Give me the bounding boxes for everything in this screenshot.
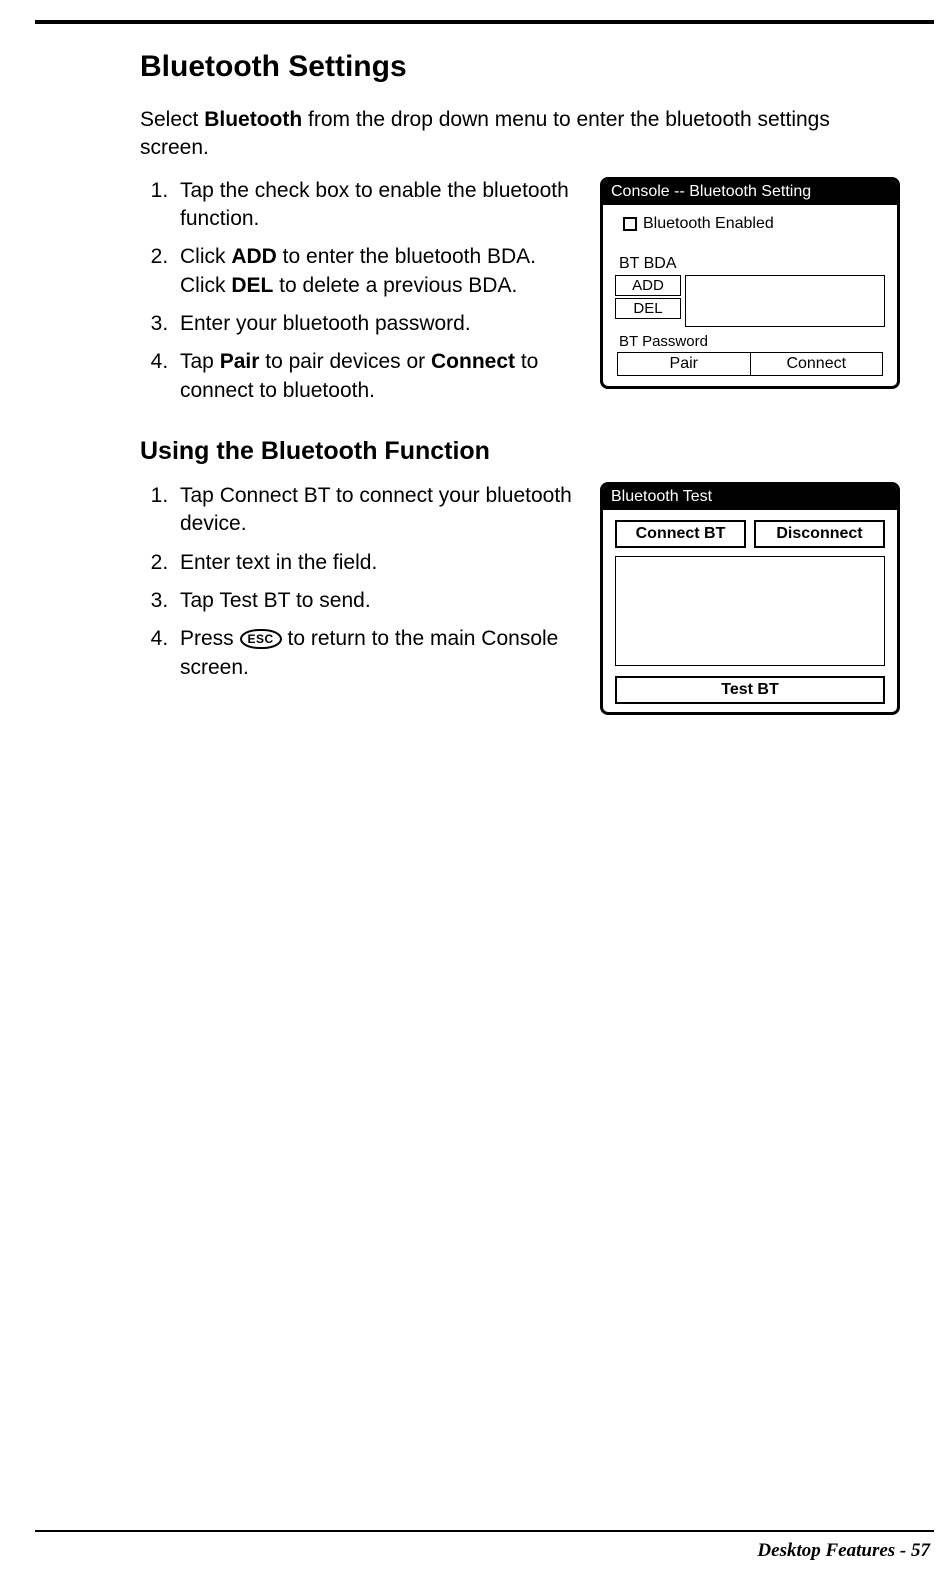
bt-enabled-checkbox[interactable] [623,217,637,231]
sub-heading: Using the Bluetooth Function [140,437,900,466]
steps-2-col: Tap Connect BT to connect your blue­toot… [140,482,582,692]
intro-text-pre: Select [140,108,204,131]
page-title: Bluetooth Settings [140,50,900,84]
disconnect-button[interactable]: Disconnect [754,520,885,548]
s4-b1: Pair [220,350,260,373]
content-area: Bluetooth Settings Select Bluetooth from… [140,50,900,725]
s24-pre: Press [180,627,240,650]
connect-bt-button[interactable]: Connect BT [615,520,746,548]
s2-b1: ADD [231,245,277,268]
panel-1-col: Console -- Bluetooth Setting Bluetooth E… [600,177,900,397]
step-1-2: Click ADD to enter the bluetooth BDA. Cl… [174,243,582,300]
step-2-1: Tap Connect BT to connect your blue­toot… [174,482,582,539]
esc-key-icon: ESC [240,629,282,649]
bottom-rule [35,1530,934,1532]
panel2-body: Connect BT Disconnect Test BT [603,510,897,712]
panel-2-col: Bluetooth Test Connect BT Disconnect Tes… [600,482,900,715]
s4-pre: Tap [180,350,220,373]
add-button[interactable]: ADD [615,275,681,296]
s4-b2: Connect [431,350,515,373]
bt-bda-label: BT BDA [619,255,885,273]
test-bt-button[interactable]: Test BT [615,676,885,704]
section-2: Tap Connect BT to connect your blue­toot… [140,482,900,715]
step-1-3: Enter your bluetooth password. [174,310,582,338]
bt-test-button-row: Connect BT Disconnect [615,520,885,548]
page: Bluetooth Settings Select Bluetooth from… [0,0,944,1586]
section-1: Tap the check box to enable the blue­too… [140,177,900,415]
panel1-body: Bluetooth Enabled BT BDA ADD DEL BT Pass… [603,205,897,386]
step-2-2: Enter text in the field. [174,549,582,577]
intro-bold: Bluetooth [204,108,302,131]
s4-mid: to pair devices or [259,350,431,373]
bluetooth-setting-panel: Console -- Bluetooth Setting Bluetooth E… [600,177,900,389]
bt-password-label: BT Password [619,333,885,350]
s2-pre: Click [180,245,231,268]
bluetooth-test-panel: Bluetooth Test Connect BT Disconnect Tes… [600,482,900,715]
step-1-1: Tap the check box to enable the blue­too… [174,177,582,234]
s2-b2: DEL [231,274,273,297]
steps-1-col: Tap the check box to enable the blue­too… [140,177,582,415]
bt-test-textarea[interactable] [615,556,885,666]
step-2-4: Press ESC to return to the main Console … [174,625,582,682]
bt-bda-row: ADD DEL [615,275,885,327]
step-2-3: Tap Test BT to send. [174,587,582,615]
bt-enabled-label: Bluetooth Enabled [643,215,774,233]
intro-paragraph: Select Bluetooth from the drop down menu… [140,106,840,163]
panel2-titlebar: Bluetooth Test [603,485,897,510]
s2-post: to delete a previous BDA. [273,274,517,297]
panel1-titlebar: Console -- Bluetooth Setting [603,180,897,205]
bda-button-stack: ADD DEL [615,275,681,319]
steps-list-2: Tap Connect BT to connect your blue­toot… [140,482,582,682]
top-rule [35,20,934,24]
bda-list-box[interactable] [685,275,885,327]
connect-button[interactable]: Connect [751,353,883,375]
pair-connect-row: Pair Connect [617,352,883,376]
steps-list-1: Tap the check box to enable the blue­too… [140,177,582,405]
bt-enabled-row: Bluetooth Enabled [623,215,885,233]
del-button[interactable]: DEL [615,298,681,319]
footer-text: Desktop Features - 57 [757,1540,930,1562]
pair-button[interactable]: Pair [618,353,751,375]
step-1-4: Tap Pair to pair devices or Connect to c… [174,348,582,405]
